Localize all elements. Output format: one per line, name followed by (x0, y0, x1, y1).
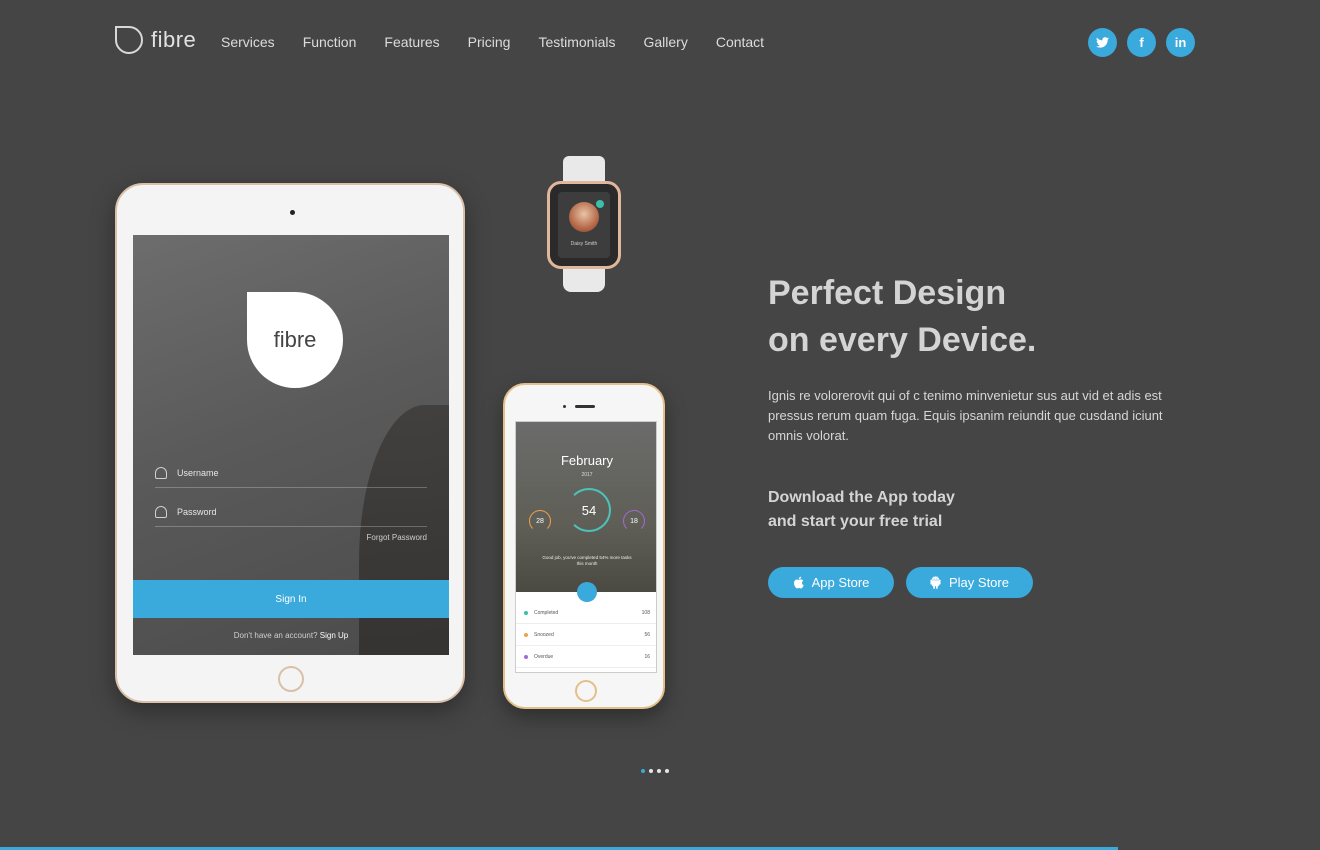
watch-mockup: Daisy Smith (547, 181, 621, 269)
username-placeholder: Username (177, 467, 219, 478)
android-icon (930, 576, 941, 589)
cta-line-1: Download the App today (768, 489, 955, 506)
headline-line-2: on every Device. (768, 321, 1037, 359)
phone-speaker (575, 405, 595, 408)
signup-prompt: Don't have an account? Sign Up (133, 631, 449, 640)
phone-task-list: Completed 108 Snoozed 56 Overdue 16 (516, 602, 656, 668)
hero-headline: Perfect Design on every Device. (768, 270, 1036, 364)
brand-name: fibre (151, 27, 197, 52)
nav-item-services[interactable]: Services (221, 34, 275, 50)
list-item: Completed 108 (516, 602, 656, 624)
pager-dot[interactable] (665, 769, 669, 773)
lock-icon (155, 505, 167, 518)
list-item-label: Overdue (534, 653, 554, 660)
slider-pagination (641, 769, 669, 773)
watch-contact-name: Daisy Smith (570, 241, 598, 247)
pager-dot[interactable] (649, 769, 653, 773)
play-store-button[interactable]: Play Store (906, 567, 1033, 598)
nav-item-contact[interactable]: Contact (716, 34, 764, 50)
phone-year: 2017 (581, 472, 593, 478)
hero-description: Ignis re volorerovit qui of c tenimo min… (768, 388, 1163, 443)
pager-dot[interactable] (657, 769, 661, 773)
tablet-signin-button: Sign In (133, 580, 449, 618)
play-store-label: Play Store (949, 575, 1009, 590)
signup-link: Sign Up (319, 631, 349, 640)
overdue-dot (524, 654, 528, 659)
phone-month: February (560, 453, 614, 468)
forgot-password-link: Forgot Password (366, 533, 427, 542)
nav-item-features[interactable]: Features (384, 34, 439, 50)
chart-fab-icon (577, 582, 597, 602)
signup-text: Don't have an account? (233, 631, 318, 640)
tablet-screen: fibre Username Password Forgot Password … (133, 235, 449, 655)
list-item-count: 108 (641, 609, 650, 616)
brand-logo[interactable]: fibre (115, 26, 196, 54)
top-nav: fibre Services Function Features Pricing… (0, 0, 1320, 85)
phone-screen: February 2017 28 54 18 Good job, you've … (515, 421, 657, 673)
phone-mockup: February 2017 28 54 18 Good job, you've … (503, 383, 665, 709)
tablet-home-button (278, 666, 304, 692)
main-menu: Services Function Features Pricing Testi… (221, 34, 764, 50)
app-store-button[interactable]: App Store (768, 567, 894, 598)
online-status-dot (596, 200, 604, 208)
nav-item-pricing[interactable]: Pricing (468, 34, 511, 50)
social-links: f in (1088, 28, 1195, 57)
tablet-app-logo: fibre (247, 292, 343, 388)
headline-line-1: Perfect Design (768, 274, 1007, 312)
store-buttons: App Store Play Store (768, 567, 1033, 598)
tablet-mockup: fibre Username Password Forgot Password … (115, 183, 465, 703)
brand-mark-icon (115, 26, 143, 54)
list-item-label: Snoozed (534, 631, 554, 638)
nav-item-testimonials[interactable]: Testimonials (538, 34, 615, 50)
nav-item-gallery[interactable]: Gallery (643, 34, 687, 50)
right-progress-ring: 18 (623, 510, 645, 532)
linkedin-icon[interactable]: in (1166, 28, 1195, 57)
watch-screen: Daisy Smith (558, 192, 610, 258)
phone-home-button (575, 680, 597, 702)
avatar (569, 202, 599, 232)
password-placeholder: Password (177, 506, 217, 517)
phone-header-image: February 2017 28 54 18 Good job, you've … (516, 422, 656, 592)
list-item-count: 56 (644, 631, 650, 638)
list-item-count: 16 (644, 653, 650, 660)
pager-dot-active[interactable] (641, 769, 645, 773)
cta-line-2: and start your free trial (768, 513, 943, 530)
username-field: Username (155, 458, 427, 488)
user-icon (155, 466, 167, 479)
list-item: Snoozed 56 (516, 624, 656, 646)
completed-dot (524, 610, 528, 615)
facebook-icon[interactable]: f (1127, 28, 1156, 57)
list-item: Overdue 16 (516, 646, 656, 668)
nav-item-function[interactable]: Function (303, 34, 357, 50)
download-cta: Download the App today and start your fr… (768, 486, 955, 534)
list-item-label: Completed (534, 609, 559, 616)
apple-icon (793, 576, 804, 589)
tablet-camera (290, 210, 295, 215)
twitter-icon[interactable] (1088, 28, 1117, 57)
left-progress-ring: 28 (529, 510, 551, 532)
snoozed-dot (524, 632, 528, 637)
app-store-label: App Store (811, 575, 870, 590)
password-field: Password (155, 497, 427, 527)
phone-camera (563, 405, 566, 408)
phone-message: Good job, you've completed 54% more task… (542, 555, 632, 567)
center-progress-ring: 54 (567, 488, 611, 532)
